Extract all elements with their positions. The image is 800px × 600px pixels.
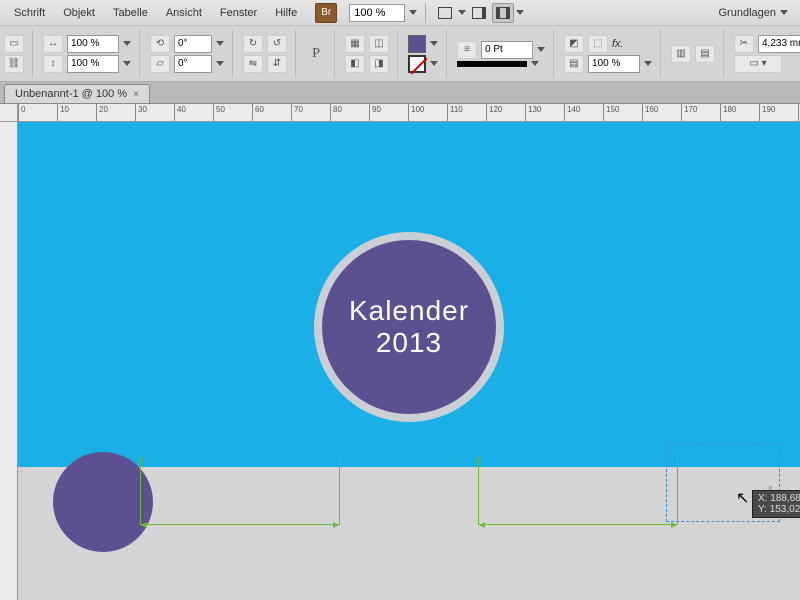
dropdown-icon[interactable]	[430, 41, 438, 46]
measure-guide-right	[478, 457, 678, 525]
opacity-top-input[interactable]	[67, 35, 119, 53]
dropdown-icon[interactable]	[644, 61, 652, 66]
horizontal-ruler[interactable]: 0102030405060708090100110120130140150160…	[18, 104, 800, 122]
angle-bottom-input[interactable]	[174, 55, 212, 73]
document-tab-bar: Unbenannt-1 @ 100 % ×	[0, 82, 800, 104]
grid-icon-2[interactable]: ▤	[695, 45, 715, 63]
menu-fenster[interactable]: Fenster	[212, 3, 265, 23]
effect-icon-b[interactable]: ⬚	[588, 35, 608, 53]
scale-y-icon: ↕	[43, 55, 63, 73]
menu-ansicht[interactable]: Ansicht	[158, 3, 210, 23]
flip-h-icon[interactable]: ⇋	[243, 55, 263, 73]
menu-hilfe[interactable]: Hilfe	[267, 3, 305, 23]
menu-schrift[interactable]: Schrift	[6, 3, 53, 23]
wrap-icon-4[interactable]: ◨	[369, 55, 389, 73]
scale-x-icon: ↔	[43, 35, 63, 53]
shear-icon: ▱	[150, 55, 170, 73]
cursor-icon	[738, 492, 752, 506]
effect-icon-a[interactable]: ◩	[564, 35, 584, 53]
grid-icon-1[interactable]: ▥	[671, 45, 691, 63]
flip-v-icon[interactable]: ⇵	[267, 55, 287, 73]
dropdown-icon[interactable]	[531, 61, 539, 66]
document-tab[interactable]: Unbenannt-1 @ 100 % ×	[4, 84, 150, 103]
opacity-bottom-input[interactable]	[67, 55, 119, 73]
separator	[425, 3, 426, 23]
title-circle[interactable]: Kalender 2013	[322, 240, 496, 414]
rotate-cw-icon[interactable]: ↻	[243, 35, 263, 53]
fill-swatch[interactable]	[408, 35, 426, 53]
canvas[interactable]: Kalender 2013 × X: 188,68 Y: 153,02	[18, 122, 800, 600]
rotate-ccw-icon[interactable]: ↺	[267, 35, 287, 53]
dropdown-icon[interactable]	[409, 10, 417, 15]
stroke-pct-input[interactable]	[588, 55, 640, 73]
stroke-style-sample[interactable]	[457, 61, 527, 67]
dropdown-icon[interactable]	[123, 61, 131, 66]
dropdown-icon[interactable]	[216, 61, 224, 66]
angle-top-input[interactable]	[174, 35, 212, 53]
menu-tabelle[interactable]: Tabelle	[105, 3, 156, 23]
workspace-switcher[interactable]: Grundlagen	[713, 3, 795, 23]
rotate-icon: ⟲	[150, 35, 170, 53]
crop-icon[interactable]: ✂	[734, 35, 754, 53]
tab-label: Unbenannt-1 @ 100 %	[15, 88, 127, 100]
control-toolbar: ▭ ⛓ ↔ ↕ ⟲ ▱ ↻ ↺ ⇋ ⇵ P	[0, 26, 800, 82]
ruler-origin[interactable]	[0, 104, 18, 122]
dropdown-icon	[780, 10, 788, 15]
view-mode-c[interactable]	[492, 3, 514, 23]
bridge-button[interactable]: Br	[315, 3, 337, 23]
dropdown-icon[interactable]	[458, 10, 466, 15]
dropdown-icon[interactable]	[537, 47, 545, 52]
close-icon[interactable]: ×	[133, 89, 139, 100]
paragraph-style-icon[interactable]: P	[306, 45, 326, 63]
title-line-1: Kalender	[349, 295, 469, 327]
zoom-control[interactable]	[349, 4, 417, 22]
options-dropdown[interactable]: ▭ ▾	[734, 55, 782, 73]
work-area: Kalender 2013 × X: 188,68 Y: 153,02	[0, 122, 800, 600]
menu-bar: Schrift Objekt Tabelle Ansicht Fenster H…	[0, 0, 800, 26]
stroke-swatch[interactable]	[408, 55, 426, 73]
zoom-input[interactable]	[349, 4, 405, 22]
measure-guide-left	[140, 457, 340, 525]
small-circle[interactable]	[53, 452, 153, 552]
measure-input[interactable]	[758, 35, 800, 53]
menu-objekt[interactable]: Objekt	[55, 3, 103, 23]
wrap-icon-1[interactable]: ▦	[345, 35, 365, 53]
dropdown-icon[interactable]	[430, 61, 438, 66]
opacity-icon: ▤	[564, 55, 584, 73]
wrap-icon-2[interactable]: ◫	[369, 35, 389, 53]
view-mode-a[interactable]	[434, 3, 456, 23]
fx-label[interactable]: fx.	[612, 38, 624, 50]
vertical-ruler[interactable]	[0, 122, 18, 600]
workspace-label: Grundlagen	[719, 7, 777, 19]
page-icon[interactable]: ▭	[4, 35, 24, 53]
stroke-weight-input[interactable]	[481, 41, 533, 59]
dropdown-icon[interactable]	[216, 41, 224, 46]
cursor-tooltip: X: 188,68 Y: 153,02	[752, 490, 800, 518]
title-line-2: 2013	[376, 327, 442, 359]
stroke-weight-icon: ≡	[457, 41, 477, 59]
chain-icon[interactable]: ⛓	[4, 55, 24, 73]
view-mode-b[interactable]	[468, 3, 490, 23]
dropdown-icon[interactable]	[123, 41, 131, 46]
dropdown-icon[interactable]	[516, 10, 524, 15]
wrap-icon-3[interactable]: ◧	[345, 55, 365, 73]
